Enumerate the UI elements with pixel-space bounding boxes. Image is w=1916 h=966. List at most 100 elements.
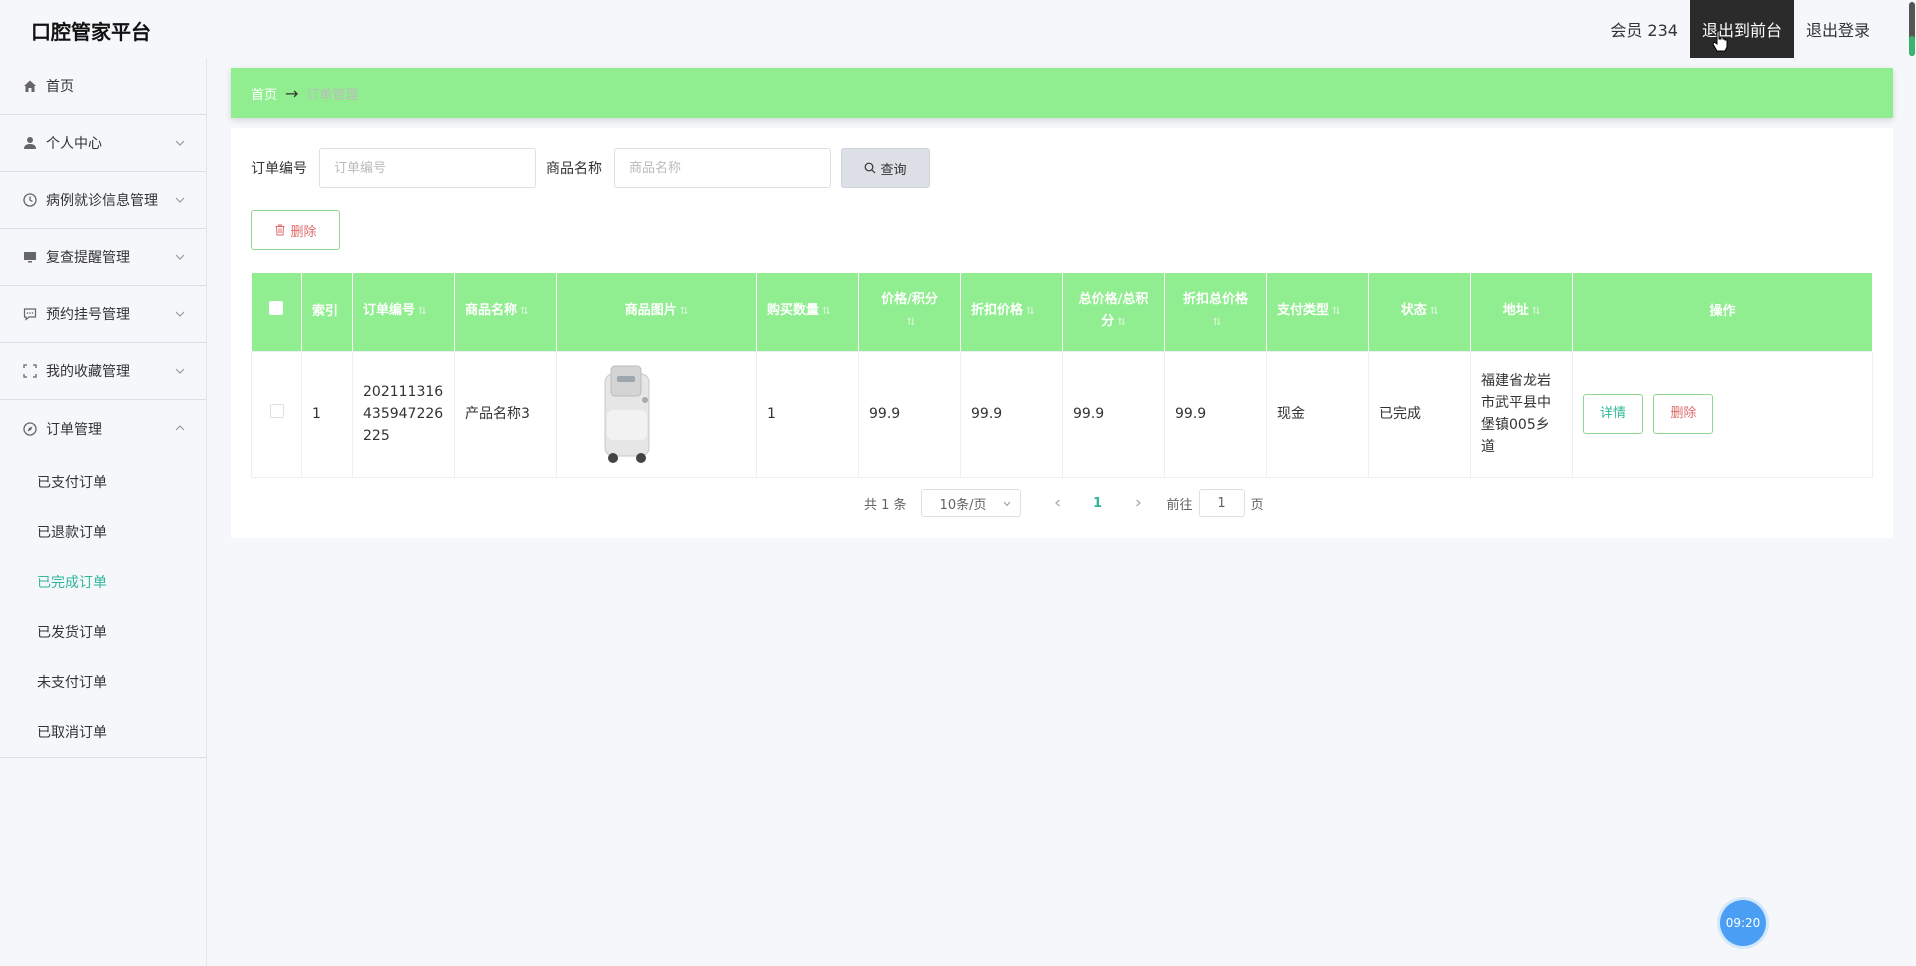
chat-icon (22, 306, 38, 322)
sidebar-item-orders[interactable]: 订单管理 (0, 400, 206, 457)
sidebar-item-label: 个人中心 (46, 136, 102, 152)
row-select-cell (251, 350, 302, 478)
sidebar-item-label: 首页 (46, 79, 74, 95)
query-button-label: 查询 (880, 162, 907, 178)
pagination: 共 1 条 10条/页 1 前往 页 (864, 489, 1264, 517)
goto-label: 前往 (1166, 497, 1193, 513)
floating-clock-badge[interactable]: 09:20 (1720, 900, 1766, 946)
cell-discount-total: 99.9 (1164, 350, 1267, 478)
sidebar-item-label: 我的收藏管理 (46, 364, 130, 380)
page-scrollbar[interactable] (1908, 0, 1916, 60)
sidebar-item-recheck-reminders[interactable]: 复查提醒管理 (0, 229, 206, 286)
table-row: 1 202111316435947226225 产品名称3 1 99.9 99.… (251, 350, 1873, 478)
query-button[interactable]: 查询 (841, 148, 930, 188)
cell-total-price: 99.9 (1062, 350, 1165, 478)
trash-icon (275, 224, 285, 236)
breadcrumb-current: 订单管理 (306, 87, 359, 103)
select-all-checkbox[interactable] (269, 300, 284, 315)
sidebar-item-case-visits[interactable]: 病例就诊信息管理 (0, 172, 206, 229)
next-page-button[interactable] (1123, 498, 1153, 508)
home-icon (22, 78, 38, 94)
cell-pay-type: 现金 (1266, 350, 1369, 478)
select-all-cell (251, 273, 302, 351)
chevron-down-icon (175, 368, 185, 374)
sidebar: 首页 个人中心 病例就诊信息管理 复查提醒管理 预约挂号管理 我的收藏管理 订单… (0, 58, 207, 966)
header-product-image[interactable]: 商品图片 ⇅ (556, 273, 757, 351)
header-quantity[interactable]: 购买数量 ⇅ (756, 273, 859, 351)
header-discount-total[interactable]: 折扣总价格 ⇅ (1164, 273, 1267, 351)
compass-icon (22, 421, 38, 437)
chevron-down-icon (175, 197, 185, 203)
breadcrumb: 首页 → 订单管理 (231, 68, 1893, 118)
cell-index: 1 (301, 350, 353, 478)
page-size-value: 10条/页 (939, 497, 987, 513)
chevron-down-icon (175, 140, 185, 146)
sub-item-completed-orders[interactable]: 已完成订单 (0, 557, 206, 607)
header-product-name[interactable]: 商品名称 ⇅ (454, 273, 557, 351)
row-checkbox[interactable] (269, 404, 284, 418)
batch-delete-button[interactable]: 删除 (251, 210, 340, 250)
sub-item-shipped-orders[interactable]: 已发货订单 (0, 607, 206, 657)
header-order-no[interactable]: 订单编号 ⇅ (352, 273, 455, 351)
goto-page-input[interactable] (1198, 489, 1245, 517)
header-total-price[interactable]: 总价格/总积分 ⇅ (1062, 273, 1165, 351)
page-number-current[interactable]: 1 (1083, 496, 1113, 511)
sidebar-item-home[interactable]: 首页 (0, 58, 206, 115)
product-name-input[interactable] (614, 148, 831, 188)
cell-product-name: 产品名称3 (454, 350, 557, 478)
chevron-down-icon (175, 254, 185, 260)
sub-item-paid-orders[interactable]: 已支付订单 (0, 457, 206, 507)
order-no-input[interactable] (319, 148, 536, 188)
clock-icon (22, 192, 38, 208)
cell-discount-price: 99.9 (960, 350, 1063, 478)
member-label: 会员 234 (1610, 21, 1678, 40)
sidebar-item-label: 病例就诊信息管理 (46, 193, 158, 209)
order-no-label: 订单编号 (251, 161, 307, 177)
sidebar-item-label: 预约挂号管理 (46, 307, 130, 323)
header-actions: 操作 (1572, 273, 1873, 351)
table-header-row: 索引 订单编号 ⇅ 商品名称 ⇅ 商品图片 ⇅ 购买数量 ⇅ 价格/积分 ⇅ 折扣价格 ⇅ … (251, 273, 1873, 351)
row-delete-button[interactable]: 删除 (1653, 394, 1714, 434)
header-pay-type[interactable]: 支付类型 ⇅ (1266, 273, 1369, 351)
sidebar-item-label: 订单管理 (46, 421, 102, 438)
breadcrumb-home[interactable]: 首页 (251, 84, 277, 103)
prev-page-button[interactable] (1043, 498, 1073, 508)
header-address[interactable]: 地址 ⇅ (1470, 273, 1573, 351)
sidebar-item-appointments[interactable]: 预约挂号管理 (0, 286, 206, 343)
cell-actions: 详情 删除 (1572, 350, 1873, 478)
sub-item-cancelled-orders[interactable]: 已取消订单 (0, 707, 206, 757)
sidebar-item-personal-center[interactable]: 个人中心 (0, 115, 206, 172)
cell-order-no: 202111316435947226225 (352, 350, 455, 478)
total-count: 共 1 条 (864, 497, 907, 513)
cell-address: 福建省龙岩市武平县中堡镇005乡道 (1470, 350, 1573, 478)
page-size-select[interactable]: 10条/页 (920, 489, 1021, 517)
product-image[interactable] (587, 362, 667, 466)
top-header: 口腔管家平台 会员 234 退出到前台 退出登录 (0, 0, 1916, 58)
user-icon (22, 135, 38, 151)
header-discount-price[interactable]: 折扣价格 ⇅ (960, 273, 1063, 351)
sub-item-refunded-orders[interactable]: 已退款订单 (0, 507, 206, 557)
sidebar-item-label: 复查提醒管理 (46, 250, 130, 266)
cell-status: 已完成 (1368, 350, 1471, 478)
orders-submenu: 已支付订单 已退款订单 已完成订单 已发货订单 未支付订单 已取消订单 (0, 457, 206, 758)
main-content: 订单编号 商品名称 查询 删除 索引 订单编号⇅ 商品名称⇅ 商品图片⇅ 购买数… (231, 128, 1893, 538)
chevron-down-icon (175, 311, 185, 317)
logout-button[interactable]: 退出登录 (1794, 0, 1882, 58)
header-price[interactable]: 价格/积分 ⇅ (858, 273, 961, 351)
header-status[interactable]: 状态 ⇅ (1368, 273, 1471, 351)
chevron-up-icon (175, 425, 185, 431)
cell-price: 99.9 (858, 350, 961, 478)
detail-button[interactable]: 详情 (1583, 394, 1643, 434)
product-name-label: 商品名称 (546, 161, 602, 177)
chevron-down-icon (1003, 501, 1010, 507)
batch-delete-label: 删除 (290, 224, 317, 240)
exit-to-front-button[interactable]: 退出到前台 (1689, 0, 1794, 58)
orders-table: 索引 订单编号 ⇅ 商品名称 ⇅ 商品图片 ⇅ 购买数量 ⇅ 价格/积分 ⇅ 折扣价格 ⇅ … (251, 273, 1873, 478)
sidebar-item-favorites[interactable]: 我的收藏管理 (0, 343, 206, 400)
sub-item-unpaid-orders[interactable]: 未支付订单 (0, 657, 206, 707)
chevron-right-icon (1135, 499, 1141, 507)
header-index[interactable]: 索引 (301, 273, 353, 351)
breadcrumb-arrow-icon: → (285, 83, 299, 103)
header-actions: 会员 234 退出到前台 退出登录 (1610, 0, 1882, 58)
hand-cursor-icon (1712, 30, 1728, 52)
